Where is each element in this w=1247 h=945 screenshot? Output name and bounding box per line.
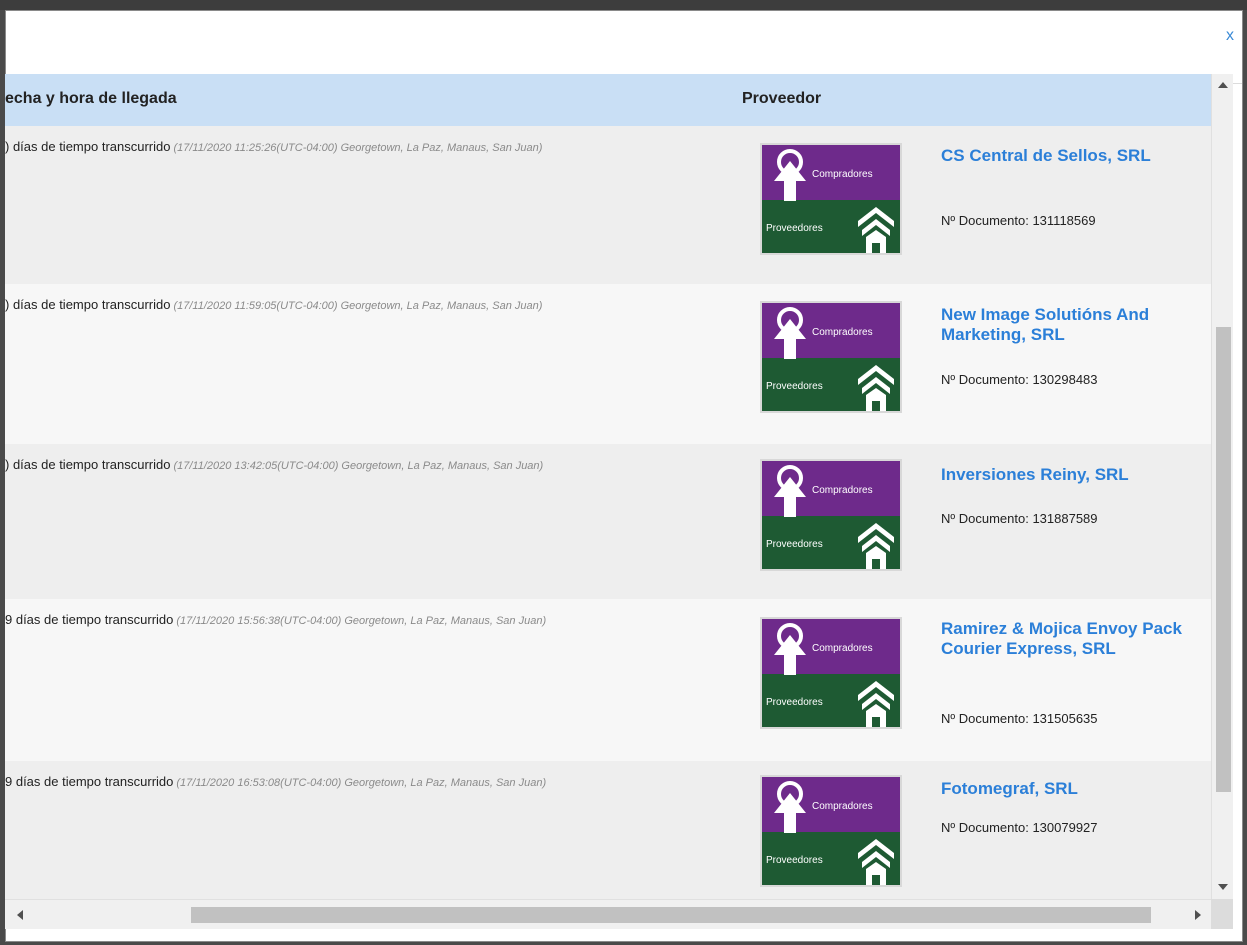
table-row: ) días de tiempo transcurrido (17/11/2020…: [5, 444, 1211, 599]
elapsed-time: 9 días de tiempo transcurrido (17/11/2020…: [5, 774, 547, 789]
scroll-up-icon[interactable]: [1218, 82, 1228, 88]
provider-logo: Compradores Proveedores: [760, 143, 902, 255]
buyer-arrow-icon: [774, 781, 806, 833]
provider-document: Nº Documento: 130079927: [941, 820, 1098, 835]
provider-name-link[interactable]: Ramirez & Mojica Envoy Pack Courier Expr…: [941, 619, 1201, 659]
elapsed-time: ) días de tiempo transcurrido (17/11/2020…: [5, 457, 544, 472]
buyer-arrow-icon: [774, 623, 806, 675]
provider-table: echa y hora de llegada Proveedor ) días …: [5, 74, 1211, 899]
provider-name-link[interactable]: Inversiones Reiny, SRL: [941, 465, 1201, 485]
vertical-scroll-thumb[interactable]: [1216, 327, 1231, 792]
arrival-timestamp: (17/11/2020 11:25:26(UTC-04:00) Georgeto…: [173, 142, 543, 154]
provider-document: Nº Documento: 131118569: [941, 213, 1096, 228]
supplier-house-icon: [858, 839, 894, 885]
horizontal-scroll-thumb[interactable]: [191, 907, 1151, 923]
vertical-scrollbar[interactable]: [1211, 74, 1233, 899]
provider-name-link[interactable]: CS Central de Sellos, SRL: [941, 146, 1201, 166]
horizontal-scrollbar[interactable]: [5, 899, 1211, 929]
provider-logo: Compradores Proveedores: [760, 617, 902, 729]
provider-logo: Compradores Proveedores: [760, 301, 902, 413]
elapsed-time: 9 días de tiempo transcurrido (17/11/2020…: [5, 612, 547, 627]
provider-document: Nº Documento: 131887589: [941, 511, 1098, 526]
table-header: echa y hora de llegada Proveedor: [5, 74, 1211, 126]
scroll-right-icon[interactable]: [1195, 910, 1201, 920]
column-header-provider[interactable]: Proveedor: [742, 90, 821, 108]
arrival-timestamp: (17/11/2020 16:53:08(UTC-04:00) Georgeto…: [176, 777, 547, 789]
arrival-timestamp: (17/11/2020 15:56:38(UTC-04:00) Georgeto…: [176, 615, 547, 627]
table-row: ) días de tiempo transcurrido (17/11/2020…: [5, 284, 1211, 444]
arrival-timestamp: (17/11/2020 11:59:05(UTC-04:00) Georgeto…: [173, 300, 543, 312]
arrival-timestamp: (17/11/2020 13:42:05(UTC-04:00) Georgeto…: [173, 460, 544, 472]
provider-logo: Compradores Proveedores: [760, 775, 902, 887]
page-backdrop: [0, 0, 1247, 10]
column-header-arrival-date[interactable]: echa y hora de llegada: [5, 90, 177, 108]
elapsed-time: ) días de tiempo transcurrido (17/11/2020…: [5, 297, 543, 312]
buyer-arrow-icon: [774, 149, 806, 201]
provider-logo: Compradores Proveedores: [760, 459, 902, 571]
buyer-arrow-icon: [774, 307, 806, 359]
buyer-arrow-icon: [774, 465, 806, 517]
provider-document: Nº Documento: 130298483: [941, 372, 1098, 387]
table-row: 9 días de tiempo transcurrido (17/11/2020…: [5, 599, 1211, 761]
scrollbar-corner: [1211, 899, 1233, 929]
supplier-house-icon: [858, 365, 894, 411]
supplier-house-icon: [858, 207, 894, 253]
table-row: ) días de tiempo transcurrido (17/11/2020…: [5, 126, 1211, 284]
provider-document: Nº Documento: 131505635: [941, 711, 1098, 726]
scroll-down-icon[interactable]: [1218, 884, 1228, 890]
table-row: 9 días de tiempo transcurrido (17/11/2020…: [5, 761, 1211, 899]
provider-name-link[interactable]: New Image Solutións And Marketing, SRL: [941, 305, 1201, 345]
supplier-house-icon: [858, 681, 894, 727]
scroll-left-icon[interactable]: [17, 910, 23, 920]
supplier-house-icon: [858, 523, 894, 569]
provider-name-link[interactable]: Fotomegraf, SRL: [941, 779, 1201, 799]
elapsed-time: ) días de tiempo transcurrido (17/11/2020…: [5, 139, 543, 154]
close-button[interactable]: x: [1226, 27, 1234, 45]
